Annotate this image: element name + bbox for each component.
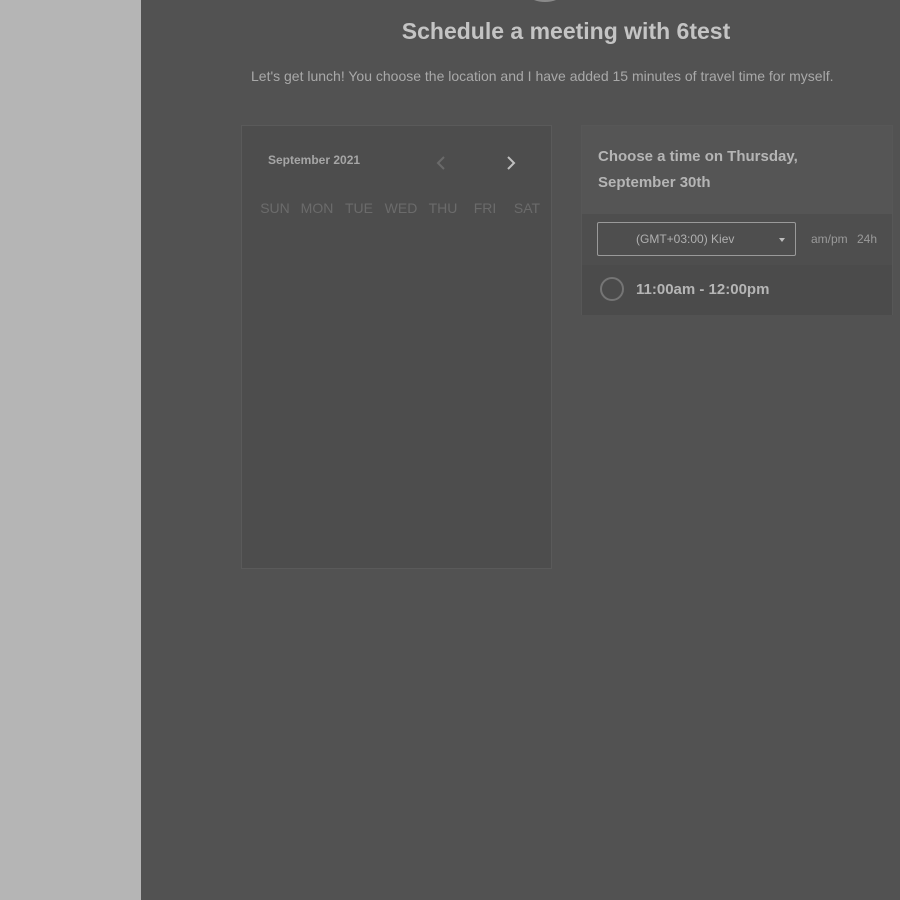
chevron-right-icon — [507, 156, 516, 170]
format-ampm-toggle[interactable]: am/pm — [811, 232, 848, 246]
weekday-tue: TUE — [345, 200, 373, 216]
weekday-fri: FRI — [473, 200, 497, 216]
radio-icon[interactable] — [600, 277, 624, 301]
left-sidebar — [0, 0, 141, 900]
page-description: Let's get lunch! You choose the location… — [251, 68, 834, 84]
weekday-mon: MON — [300, 200, 334, 216]
next-month-button[interactable] — [500, 151, 522, 175]
month-label: September 2021 — [268, 153, 361, 167]
timezone-select[interactable]: (GMT+03:00) Kiev — [597, 222, 796, 256]
timezone-value: (GMT+03:00) Kiev — [636, 232, 735, 246]
time-slot-label: 11:00am - 12:00pm — [636, 281, 770, 298]
weekday-header: SUN MON TUE WED THU FRI SAT — [254, 200, 548, 216]
time-selection-panel: Choose a time on Thursday, September 30t… — [581, 125, 893, 315]
weekday-thu: THU — [428, 200, 458, 216]
time-panel-header: Choose a time on Thursday, September 30t… — [582, 126, 892, 214]
format-24h-toggle[interactable]: 24h — [857, 232, 877, 246]
page-title: Schedule a meeting with 6test — [401, 18, 731, 44]
prev-month-button[interactable] — [430, 151, 452, 175]
calendar-panel: September 2021 SUN MON TUE WED THU FRI S… — [241, 125, 552, 569]
weekday-sun: SUN — [260, 200, 290, 216]
time-slot[interactable]: 11:00am - 12:00pm — [582, 265, 892, 315]
caret-down-icon — [779, 238, 785, 242]
weekday-wed: WED — [384, 200, 418, 216]
weekday-sat: SAT — [513, 200, 541, 216]
avatar — [515, 0, 575, 2]
chevron-left-icon — [436, 156, 445, 170]
selected-date-heading: Choose a time on Thursday, September 30t… — [598, 148, 798, 191]
scheduler-page: Schedule a meeting with 6test Let's get … — [141, 0, 900, 900]
